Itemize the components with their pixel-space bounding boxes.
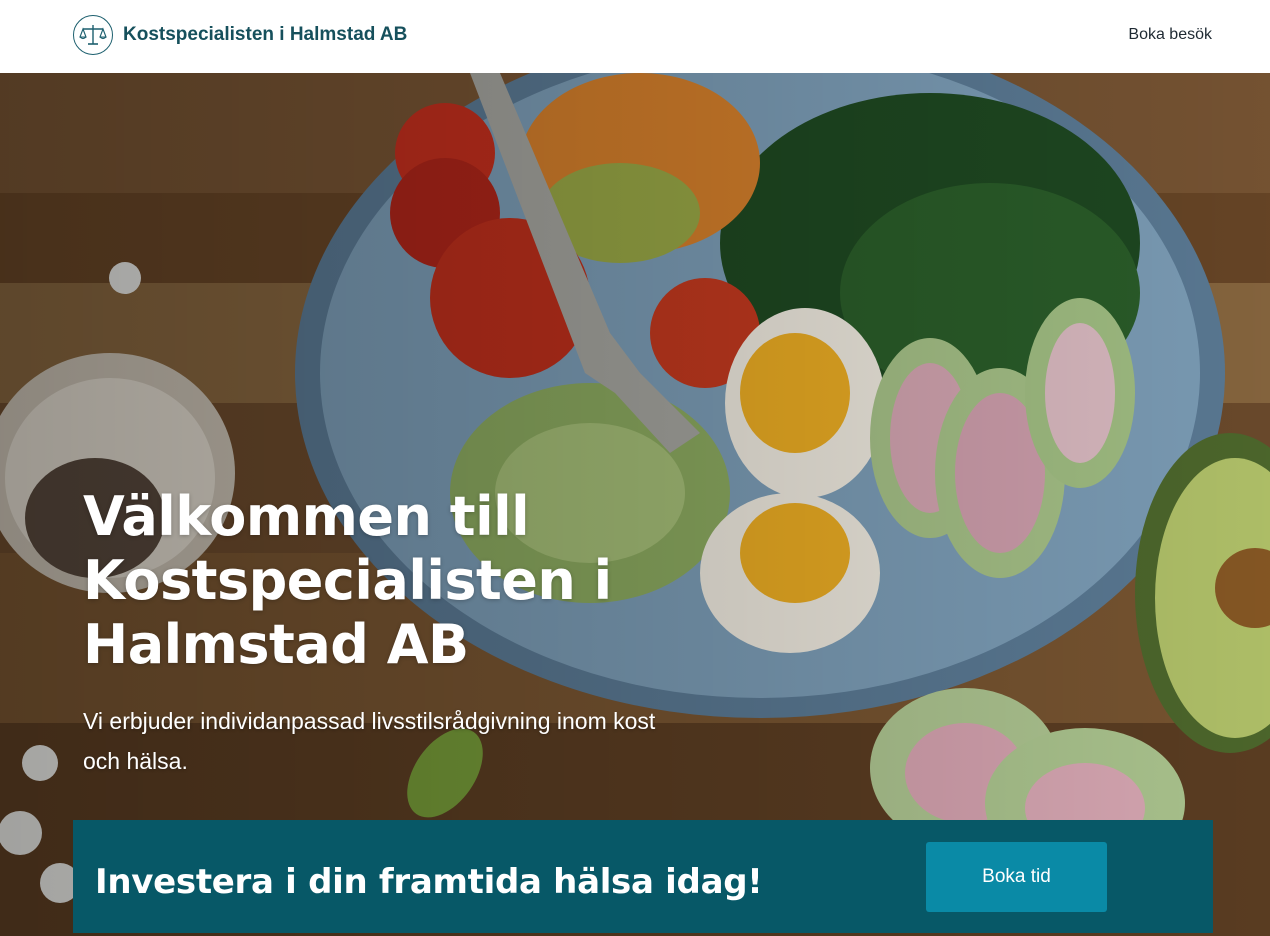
scales-icon [73,15,113,55]
hero-title: Välkommen till Kostspecialisten i Halmst… [83,485,612,676]
brand-name: Kostspecialisten i Halmstad AB [123,24,408,45]
hero-subtitle: Vi erbjuder individanpassad livsstilsråd… [83,708,656,774]
brand-link[interactable]: Kostspecialisten i Halmstad AB [73,15,407,55]
nav-book-visit-link[interactable]: Boka besök [1128,26,1212,44]
book-appointment-button[interactable]: Boka tid [926,842,1107,912]
hero-section: Välkommen till Kostspecialisten i Halmst… [0,73,1270,936]
site-header: Kostspecialisten i Halmstad AB Boka besö… [0,0,1270,73]
cta-text: Investera i din framtida hälsa idag! [95,862,763,902]
cta-band: Investera i din framtida hälsa idag! Bok… [73,820,1213,933]
